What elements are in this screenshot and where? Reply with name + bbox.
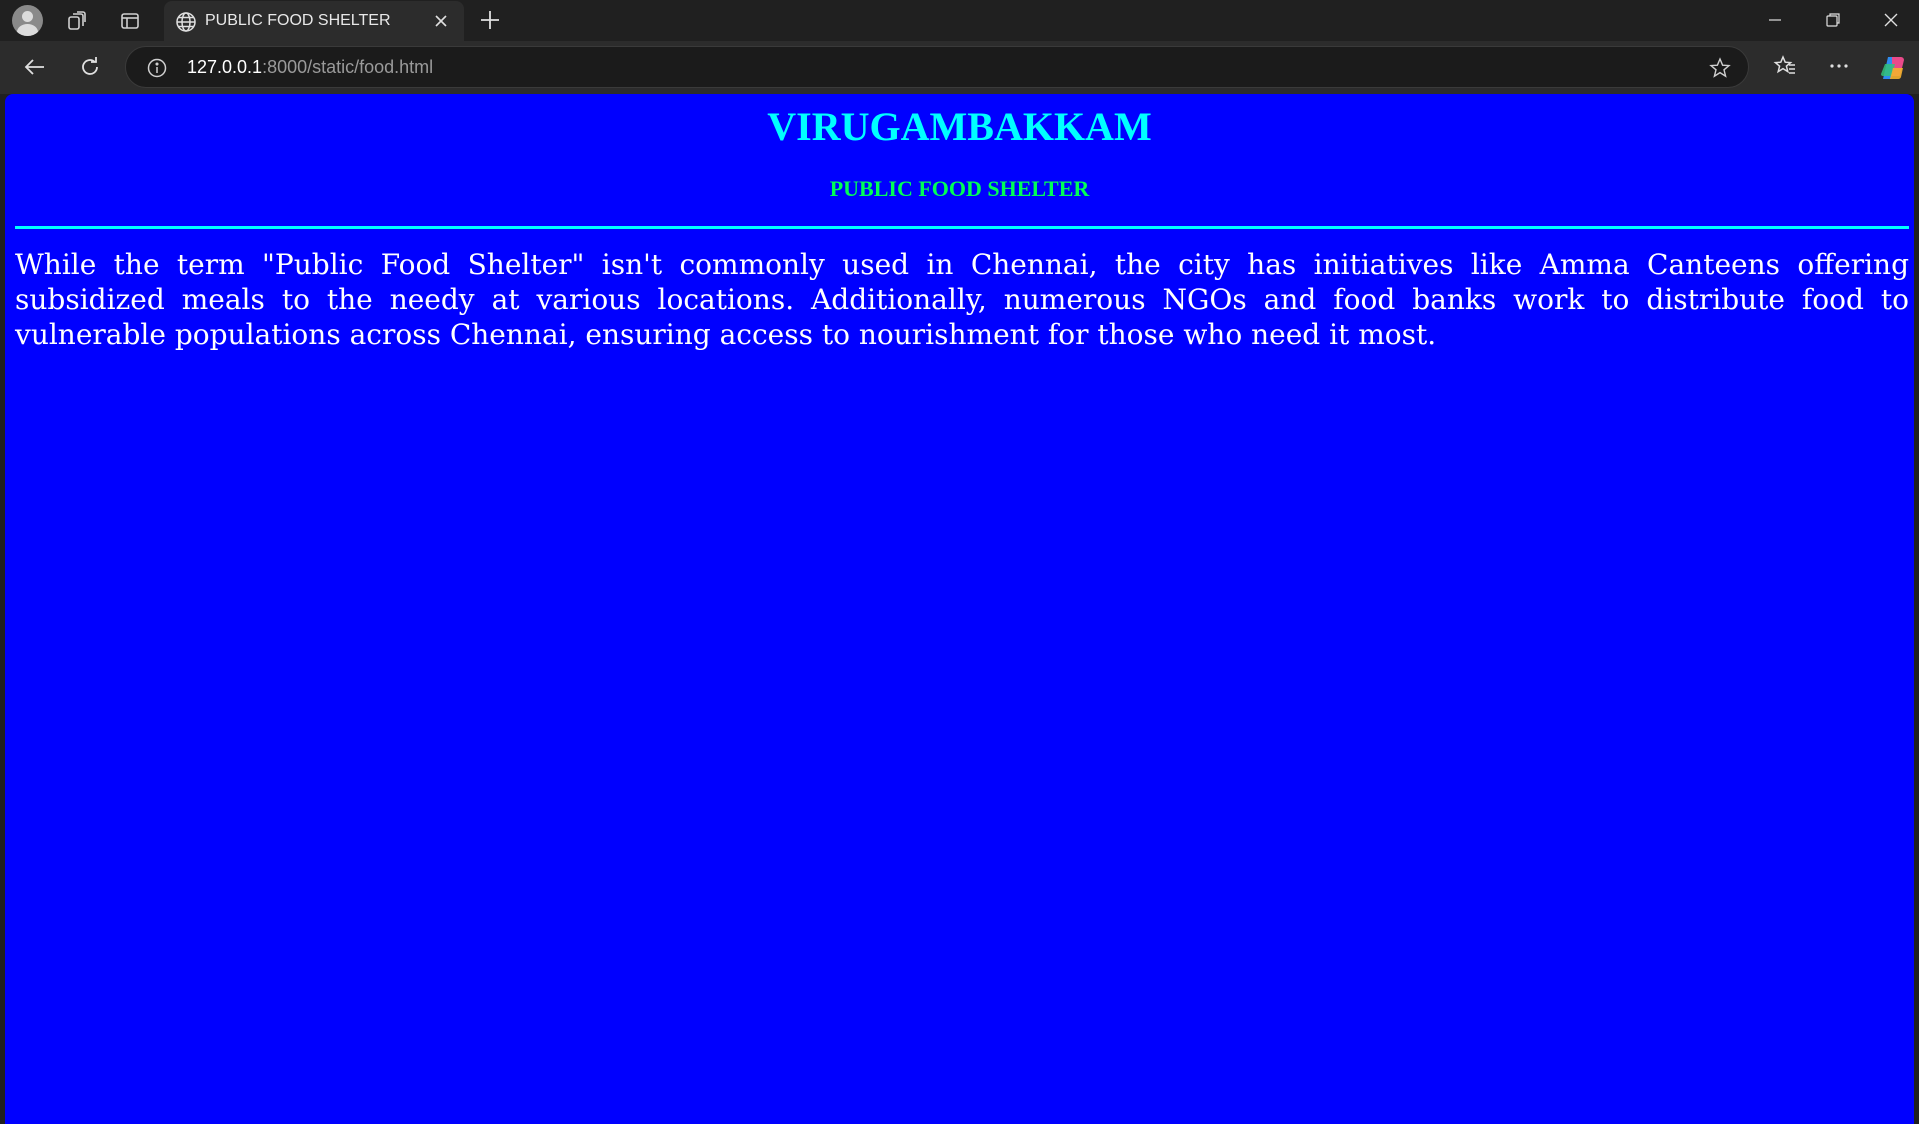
copilot-icon[interactable] bbox=[1879, 54, 1907, 87]
avatar-icon[interactable] bbox=[12, 5, 43, 36]
favorites-icon[interactable] bbox=[1773, 54, 1797, 83]
url-path: :8000/static/food.html bbox=[262, 57, 434, 77]
divider bbox=[15, 226, 1909, 229]
info-icon[interactable] bbox=[146, 57, 168, 84]
minimize-icon[interactable] bbox=[1765, 10, 1785, 35]
refresh-icon[interactable] bbox=[77, 54, 103, 85]
browser-tab[interactable]: PUBLIC FOOD SHELTER bbox=[164, 1, 464, 41]
url-text[interactable]: 127.0.0.1:8000/static/food.html bbox=[187, 57, 433, 78]
new-tab-button[interactable] bbox=[479, 9, 501, 36]
tab-title: PUBLIC FOOD SHELTER bbox=[205, 12, 391, 29]
close-tab-icon[interactable] bbox=[432, 12, 450, 35]
page-body-text: While the term "Public Food Shelter" isn… bbox=[15, 248, 1909, 351]
restore-icon[interactable] bbox=[1823, 10, 1843, 35]
more-icon[interactable] bbox=[1827, 54, 1851, 83]
address-bar[interactable]: 127.0.0.1:8000/static/food.html bbox=[125, 46, 1749, 88]
page-subtitle: PUBLIC FOOD SHELTER bbox=[829, 176, 1090, 201]
url-host: 127.0.0.1 bbox=[187, 57, 263, 77]
close-window-icon[interactable] bbox=[1881, 10, 1901, 35]
back-arrow-icon[interactable] bbox=[22, 54, 48, 85]
star-icon[interactable] bbox=[1709, 57, 1731, 84]
page-viewport: VIRUGAMBAKKAM PUBLIC FOOD SHELTER While … bbox=[5, 94, 1914, 1124]
tab-actions-icon[interactable] bbox=[115, 6, 145, 36]
workspaces-icon[interactable] bbox=[62, 6, 92, 36]
browser-title-bar: PUBLIC FOOD SHELTER bbox=[0, 0, 1919, 41]
page-title: VIRUGAMBAKKAM bbox=[767, 104, 1152, 149]
globe-icon bbox=[175, 11, 197, 38]
browser-toolbar: 127.0.0.1:8000/static/food.html bbox=[0, 41, 1919, 94]
